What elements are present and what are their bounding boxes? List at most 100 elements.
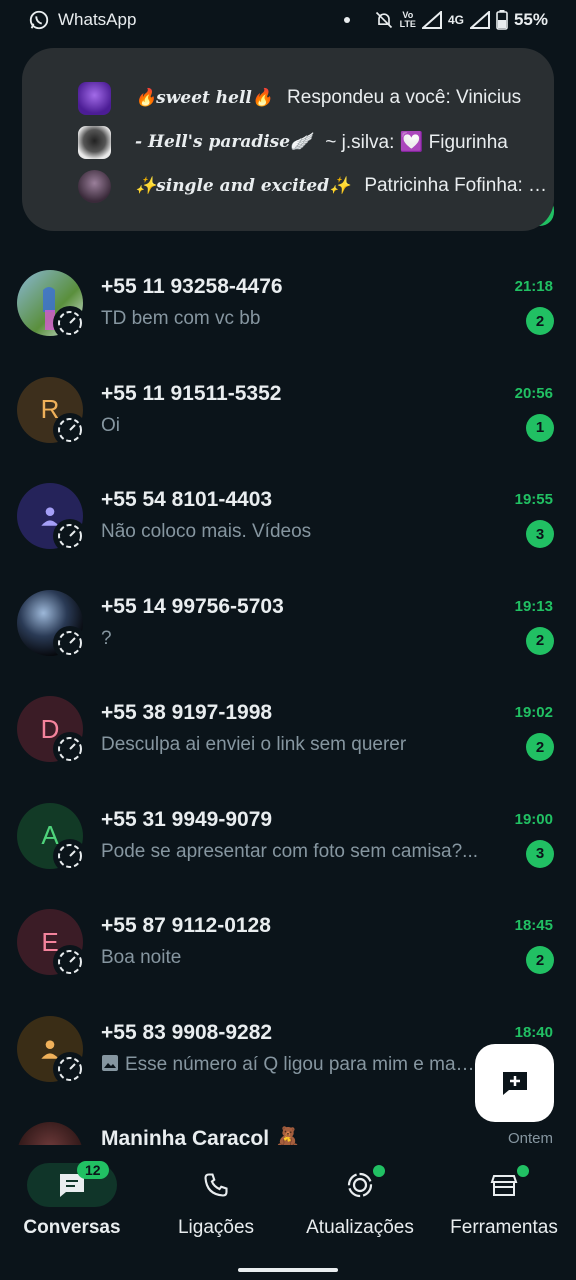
notification-group-name: - Hell's paradise🪽 — [135, 132, 312, 152]
chat-preview: Não coloco mais. Vídeos — [101, 521, 312, 542]
status-ring-icon — [53, 732, 87, 766]
volte-bottom: LTE — [399, 19, 416, 29]
chat-time: Ontem — [507, 1130, 553, 1145]
unread-badge: 3 — [526, 839, 554, 868]
conversas-unread-count: 12 — [77, 1161, 109, 1179]
nav-conversas-pill: 12 — [27, 1161, 117, 1207]
battery-percent: 55% — [513, 10, 548, 29]
unread-badge: 2 — [526, 626, 554, 655]
status-ring-icon — [53, 838, 87, 873]
nav-ferramentas-label: Ferramentas — [450, 1217, 558, 1238]
nav-ligacoes-pill — [171, 1163, 261, 1207]
nav-atualizacoes[interactable]: Atualizações — [288, 1145, 432, 1265]
avatar — [17, 1122, 83, 1145]
chat-name: +55 54 8101-4403 — [101, 488, 273, 511]
chat-row[interactable]: +55 54 8101-4403 Não coloco mais. Vídeos… — [0, 463, 576, 570]
chat-name: +55 83 9908-9282 — [101, 1020, 273, 1044]
nav-atualizacoes-label: Atualizações — [306, 1217, 414, 1238]
status-ring-icon — [53, 519, 87, 553]
updates-icon — [347, 1172, 373, 1198]
chat-time: 18:45 — [514, 917, 553, 934]
updates-dot-icon — [371, 1163, 387, 1179]
battery-icon — [496, 10, 508, 30]
unread-badge: 2 — [526, 946, 554, 974]
unread-badge: 3 — [526, 520, 554, 548]
chat-name: +55 87 9112-0128 — [101, 914, 271, 937]
chat-time: 21:18 — [514, 278, 553, 295]
status-ring-icon — [53, 412, 87, 447]
chat-time: 19:02 — [514, 704, 553, 721]
status-ring-icon — [53, 1051, 87, 1086]
chat-preview: Esse número aí Q ligou para mim e mandou — [101, 1054, 481, 1076]
chat-row[interactable]: E +55 87 9112-0128 Boa noite 18:45 2 — [0, 889, 576, 996]
unread-badge: 2 — [526, 307, 554, 335]
chat-name: Maninha Caracol 🧸 — [101, 1127, 302, 1145]
chat-preview: Pode se apresentar com foto sem camisa?.… — [101, 840, 479, 862]
nav-ferramentas[interactable]: Ferramentas — [432, 1145, 576, 1265]
group-avatar — [78, 125, 111, 159]
notification-group-name: 🔥sweet hell🔥 — [135, 88, 274, 108]
chat-preview: ? — [101, 627, 112, 649]
notification-popup[interactable]: 🔥sweet hell🔥 Respondeu a você: Vinicius … — [22, 48, 554, 231]
notification-item[interactable]: ✨single and excited✨ Patricinha Fofinha:… — [22, 164, 554, 208]
signal-2-icon — [469, 11, 490, 29]
chat-row[interactable]: D +55 38 9197-1998 Desculpa ai enviei o … — [0, 676, 576, 783]
status-app-name: WhatsApp — [58, 10, 137, 29]
nav-atualizacoes-pill — [315, 1163, 405, 1207]
whatsapp-icon — [29, 10, 49, 30]
unread-badge: 2 — [526, 733, 554, 761]
chat-preview: Oi — [101, 414, 120, 436]
status-ring-icon — [53, 625, 87, 660]
chat-time: 20:56 — [514, 384, 553, 402]
notification-item[interactable]: 🔥sweet hell🔥 Respondeu a você: Vinicius — [22, 76, 554, 120]
notification-text: Respondeu a você: Vinicius — [287, 87, 522, 108]
chat-preview: TD bem com vc bb — [101, 308, 261, 329]
status-ring-icon — [53, 945, 87, 979]
group-avatar — [78, 169, 111, 203]
status-left: WhatsApp — [28, 9, 136, 31]
volte-indicator: Vo LTE — [400, 11, 416, 29]
chat-preview: Boa noite — [101, 947, 182, 968]
chat-name: +55 14 99756-5703 — [101, 594, 284, 618]
store-icon — [490, 1175, 518, 1196]
chat-time: 19:13 — [514, 597, 553, 615]
notification-dot-icon — [343, 17, 350, 23]
group-avatar — [78, 81, 111, 115]
bottom-nav: 12 Conversas Ligações Atualizações Ferra… — [0, 1145, 576, 1280]
nav-ligacoes-label: Ligações — [177, 1217, 255, 1238]
chat-row[interactable]: +55 14 99756-5703 ? 19:13 2 — [0, 570, 576, 677]
status-right: Vo LTE 4G 55% — [343, 10, 548, 30]
chat-time: 19:55 — [514, 491, 553, 508]
unread-badge: 1 — [526, 413, 554, 442]
signal-icon — [421, 11, 442, 29]
notification-text: ~ j.silva: 💟 Figurinha — [325, 132, 508, 153]
status-ring-icon — [53, 306, 87, 340]
tools-dot-icon — [515, 1163, 531, 1179]
home-indicator[interactable] — [238, 1268, 338, 1272]
nav-conversas[interactable]: 12 Conversas — [0, 1145, 144, 1265]
notification-item[interactable]: - Hell's paradise🪽 ~ j.silva: 💟 Figurinh… — [22, 120, 554, 164]
chat-preview: Desculpa ai enviei o link sem querer — [101, 734, 407, 755]
new-chat-button[interactable] — [475, 1044, 554, 1122]
network-type: 4G — [447, 13, 464, 27]
phone-icon — [204, 1173, 228, 1197]
status-bar: WhatsApp Vo LTE 4G 55% — [0, 0, 576, 40]
mute-bell-icon — [375, 11, 392, 29]
chat-row[interactable]: R +55 11 91511-5352 Oi 20:56 1 — [0, 357, 576, 464]
chat-time: 19:00 — [514, 810, 553, 828]
notification-text: Patricinha Fofinha: que — [364, 175, 554, 196]
notification-group-name: ✨single and excited✨ — [135, 176, 351, 196]
chat-name: +55 31 9949-9079 — [101, 807, 273, 831]
chat-name: +55 11 91511-5352 — [101, 381, 282, 405]
chat-time: 18:40 — [514, 1023, 553, 1041]
chat-row[interactable]: +55 11 93258-4476 TD bem com vc bb 21:18… — [0, 250, 576, 357]
image-icon — [102, 1054, 118, 1071]
nav-conversas-label: Conversas — [23, 1217, 121, 1238]
new-chat-icon — [502, 1072, 527, 1095]
nav-ligacoes[interactable]: Ligações — [144, 1145, 288, 1265]
chat-preview-text: Esse número aí Q ligou para mim e mandou — [125, 1053, 481, 1075]
chat-row[interactable]: A +55 31 9949-9079 Pode se apresentar co… — [0, 783, 576, 890]
nav-ferramentas-pill — [459, 1163, 549, 1207]
chat-name: +55 11 93258-4476 — [101, 275, 283, 298]
chat-list: +55 11 93258-4476 TD bem com vc bb 21:18… — [0, 250, 576, 1145]
